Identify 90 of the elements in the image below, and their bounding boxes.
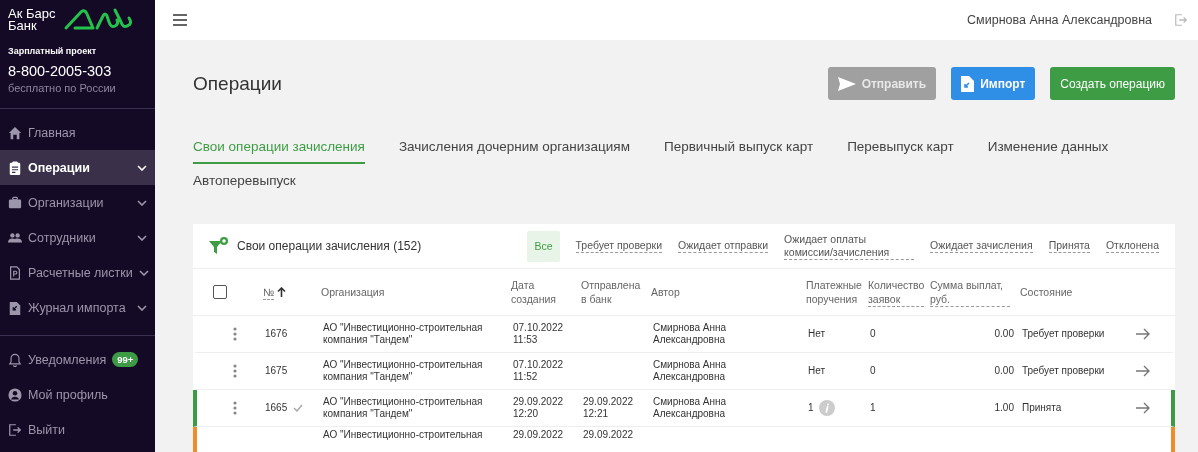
column-header: Платежные поручения — [806, 278, 862, 306]
more-vertical-icon[interactable] — [233, 327, 237, 341]
menu-icon[interactable] — [173, 14, 187, 26]
bell-icon — [8, 352, 22, 367]
user-name: Смирнова Анна Александровна — [967, 13, 1152, 27]
project-label: Зарплатный проект — [8, 46, 98, 56]
count-badge: 99+ — [112, 352, 139, 367]
table-row[interactable]: 1675 АО "Инвестиционно-строительная компания "Тандем" 07.10.2022 11:52 Смирнова Анна Александровна Нет 0 0.00 Требует проверки — [193, 353, 1175, 390]
phone-number: 8-800-2005-303 — [8, 63, 113, 79]
select-all-checkbox[interactable] — [213, 285, 227, 299]
bank-name: Ак Барс Банк — [8, 8, 56, 32]
table-cell: Нет — [808, 365, 826, 377]
table-cell-text: 29.09.2022 — [582, 429, 635, 441]
tab[interactable]: Автоперевыпуск — [193, 164, 296, 198]
table-cell-text: Смирнова Анна Александровна — [652, 322, 728, 346]
table-cell-text: АО "Инвестиционно-строительная — [322, 429, 484, 441]
table-title: Свои операции зачисления (152) — [237, 239, 422, 253]
logout-icon — [8, 422, 22, 437]
nav-item[interactable]: Выйти — [0, 412, 155, 447]
nav-item[interactable]: Сотрудники — [0, 220, 155, 255]
status-filter[interactable]: Ожидает зачисления — [930, 239, 1033, 253]
send-icon — [837, 76, 856, 91]
more-vertical-icon[interactable] — [233, 401, 237, 415]
table-cell-text: 07.10.2022 11:53 — [512, 322, 565, 346]
table-cell-text: 0.00 — [993, 365, 1014, 377]
clipboard-icon — [8, 160, 22, 175]
more-vertical-icon[interactable] — [233, 364, 237, 378]
table-row[interactable]: 1676 АО "Инвестиционно-строительная компания "Тандем" 07.10.2022 11:53 Смирнова Анна Александровна Нет 0 0.00 Требует проверки — [193, 316, 1175, 353]
tab[interactable]: Изменение данных — [987, 130, 1109, 164]
status-filter[interactable]: Требует проверки — [575, 239, 662, 253]
table-cell-text: 0 — [869, 365, 877, 377]
nav-item[interactable]: Уведомления 99+ — [0, 342, 155, 377]
table-cell-text: 07.10.2022 11:52 — [512, 359, 565, 383]
status-filter[interactable]: Принята — [1048, 239, 1090, 253]
table-cell-text: АО "Инвестиционно-строительная компания "Тандем" — [322, 322, 484, 346]
logout-icon[interactable] — [1174, 13, 1188, 27]
nav-item[interactable]: Расчетные листки — [0, 255, 155, 290]
arrow-right-icon[interactable] — [1136, 328, 1150, 340]
tab[interactable]: Зачисления дочерним организациям — [398, 130, 630, 164]
document-icon — [8, 265, 22, 280]
arrow-right-icon[interactable] — [1136, 402, 1150, 414]
people-icon — [8, 230, 22, 245]
nav-item[interactable]: Главная — [0, 115, 155, 150]
tab[interactable]: Перевыпуск карт — [847, 130, 954, 164]
column-header: Дата создания — [511, 278, 557, 306]
table-cell: 1665 — [265, 402, 288, 414]
status-filter[interactable]: Отклонена — [1105, 239, 1159, 253]
table-cell-text: АО "Инвестиционно-строительная компания "Тандем" — [322, 396, 484, 420]
home-icon — [8, 125, 22, 140]
table-cell: Нет — [808, 328, 826, 340]
nav-item[interactable]: Мой профиль — [0, 377, 155, 412]
status-filter[interactable]: Ожидает оплаты комиссии/зачисления — [784, 232, 915, 260]
nav-item[interactable]: Операции — [0, 150, 155, 185]
column-header[interactable]: Сумма выплат, руб. — [930, 277, 1010, 307]
table-cell-text: Принята — [1021, 402, 1063, 414]
phone-note: бесплатно по России — [8, 82, 117, 94]
table-row[interactable]: 1665 АО "Инвестиционно-строительная компания "Тандем" 29.09.2022 12:20 29.09.2022 12:21 Смирнова Анна Александровна 1 1 1.00 Принята — [193, 390, 1175, 427]
profile-icon — [8, 387, 22, 402]
table-row[interactable]: АО "Инвестиционно-строительная 29.09.2022 29.09.2022 — [193, 427, 1175, 452]
table-cell: 1675 — [265, 365, 288, 377]
column-header[interactable]: № — [263, 284, 275, 300]
table-cell-text: Смирнова Анна Александровна — [652, 396, 728, 420]
column-header: Состояние — [1020, 285, 1073, 299]
table-cell-text: 0.00 — [993, 328, 1014, 340]
status-filter[interactable]: Ожидает отправки — [678, 239, 769, 253]
document-arrow-icon — [8, 300, 22, 315]
table-cell: 1676 — [265, 328, 288, 340]
column-header[interactable]: Количество заявок — [868, 277, 925, 307]
column-header: Автор — [651, 285, 680, 299]
table-cell-text: Смирнова Анна Александровна — [652, 359, 728, 383]
table-cell-text: Требует проверки — [1021, 328, 1106, 340]
table-cell-text: 1.00 — [993, 402, 1014, 414]
table-cell-text: 29.09.2022 — [512, 429, 565, 441]
arrow-right-icon[interactable] — [1136, 365, 1150, 377]
table-cell-text: АО "Инвестиционно-строительная компания "Тандем" — [322, 359, 484, 383]
nav-item[interactable]: Журнал импорта — [0, 290, 155, 325]
document-arrow-icon — [961, 75, 975, 92]
table-cell-text: 1 — [869, 402, 877, 414]
table-cell: 1 — [808, 402, 814, 414]
table-cell-text: Требует проверки — [1021, 365, 1106, 377]
table-cell-text: 29.09.2022 12:20 — [512, 396, 565, 420]
table-cell-text: 29.09.2022 12:21 — [582, 396, 635, 420]
column-header: Отправлена в банк — [581, 278, 641, 306]
filter-icon[interactable] — [209, 237, 229, 255]
page-title: Операции — [193, 72, 282, 95]
briefcase-icon — [8, 195, 22, 210]
tab[interactable]: Первичный выпуск карт — [663, 130, 814, 164]
table-cell-text: 0 — [869, 328, 877, 340]
column-header: Организация — [321, 285, 385, 299]
nav-item[interactable]: Организации — [0, 185, 155, 220]
